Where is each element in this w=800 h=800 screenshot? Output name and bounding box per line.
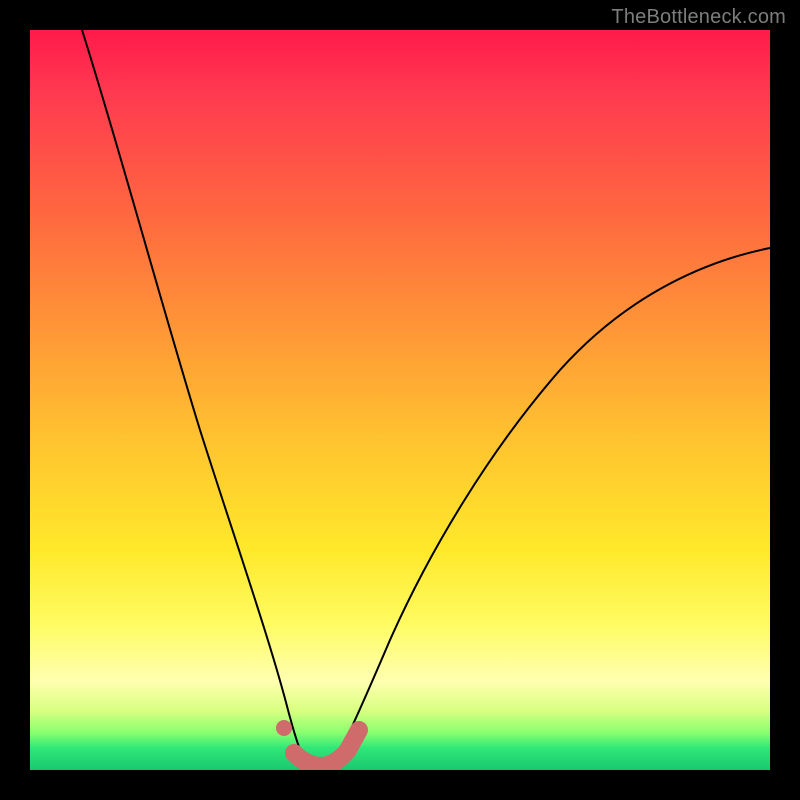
watermark-text: TheBottleneck.com [611,6,786,29]
accent-bottom-segment [294,730,359,766]
curve-right-branch [332,248,770,766]
accent-dot [276,720,292,736]
curve-left-branch [82,30,308,766]
plot-area [30,30,770,770]
bottleneck-curve [30,30,770,770]
